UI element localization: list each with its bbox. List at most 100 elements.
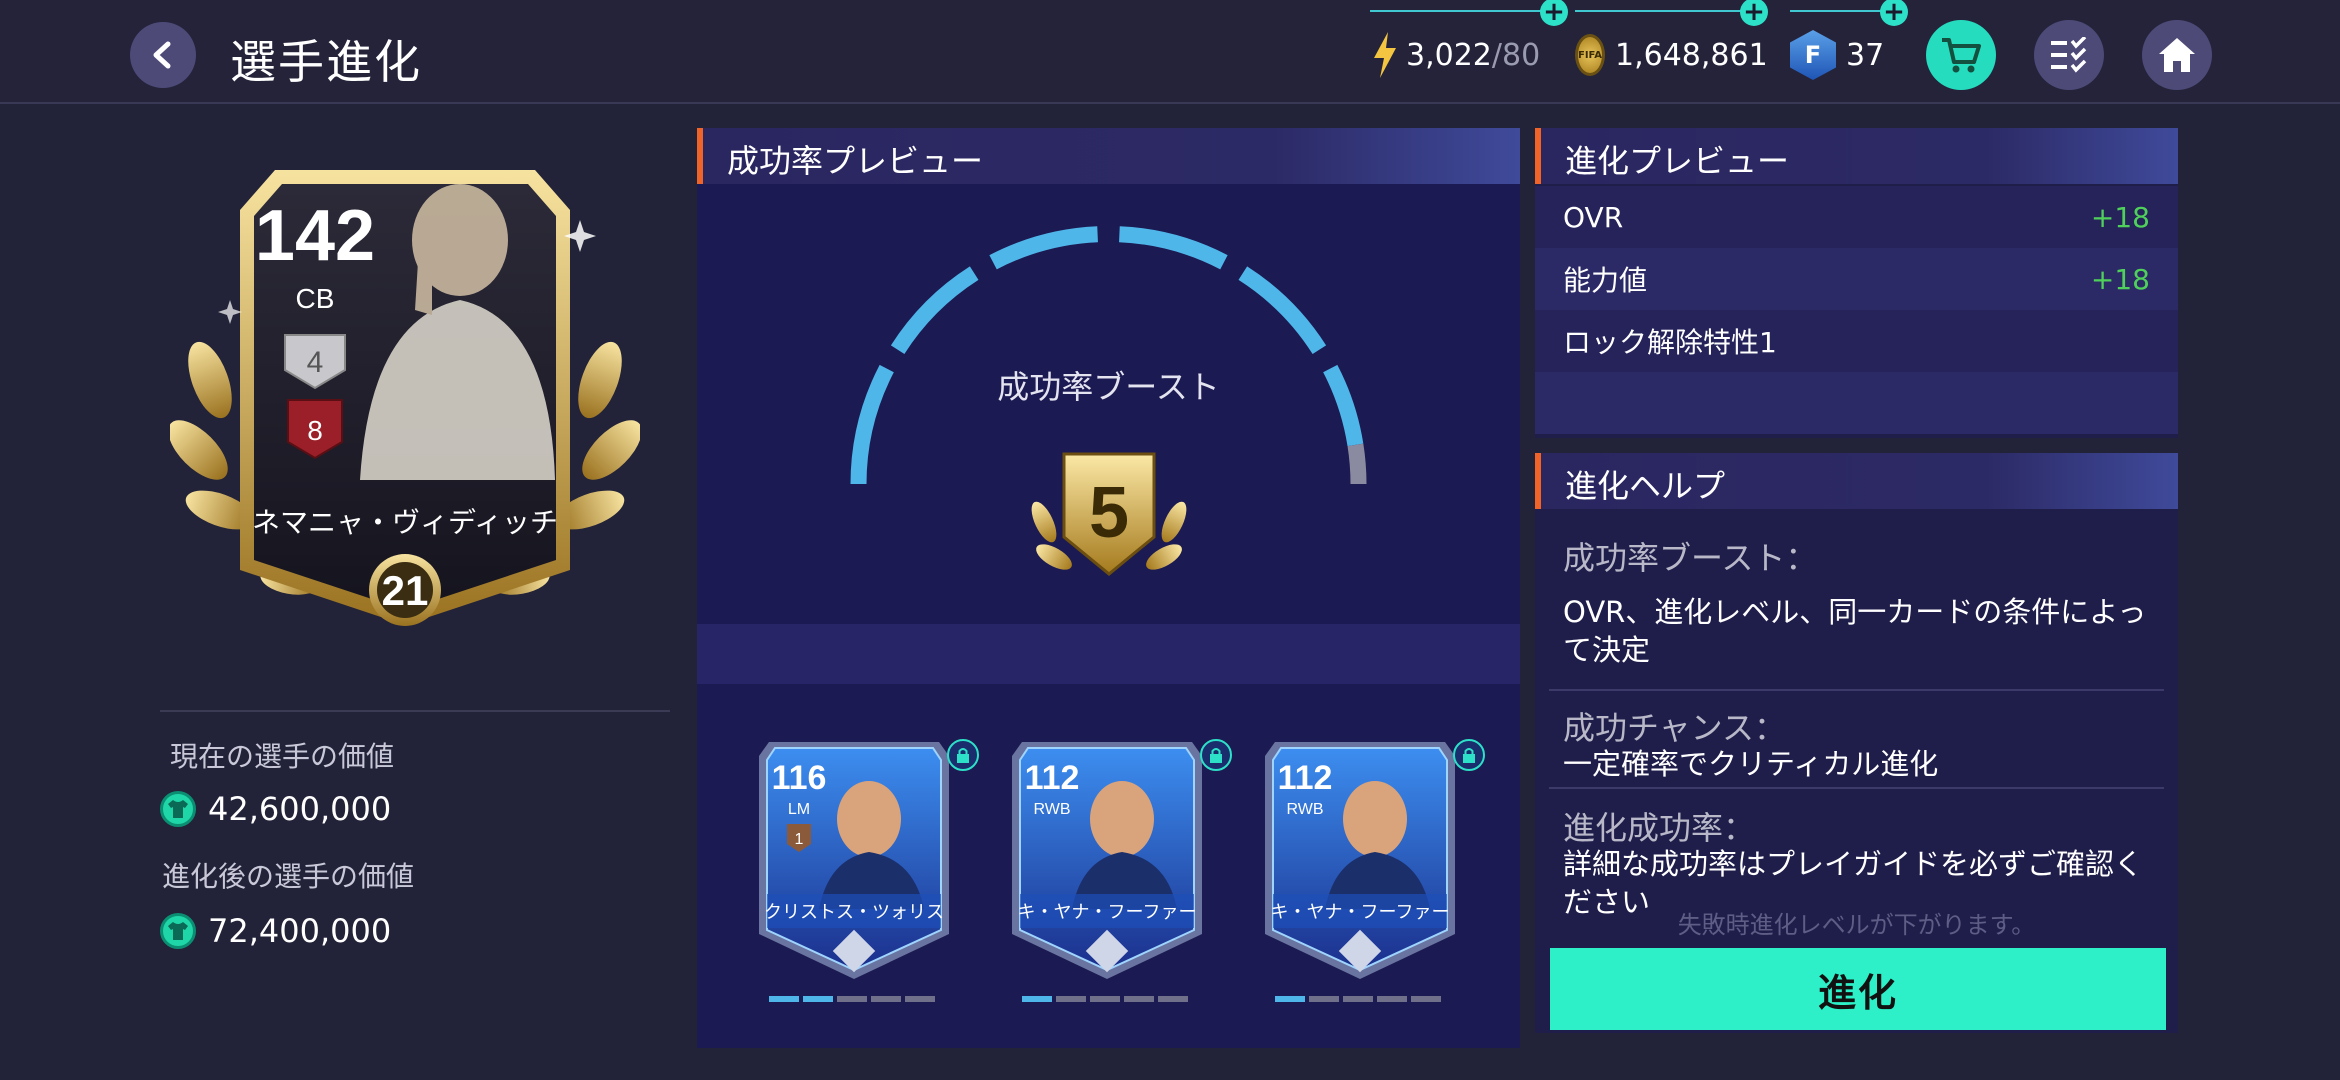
tasks-button[interactable] xyxy=(2034,20,2104,90)
player-card[interactable]: 142 CB 4 8 ネマニャ・ヴィディッチ 21 xyxy=(168,150,642,650)
after-value: 72,400,000 xyxy=(208,912,392,950)
points-counter: + F 37 xyxy=(1790,0,1908,80)
home-button[interactable] xyxy=(2142,20,2212,90)
energy-value: 3,022 xyxy=(1406,37,1492,73)
add-coins-button[interactable]: + xyxy=(1740,0,1768,26)
progress-segment xyxy=(803,996,833,1002)
boost-label: 成功率ブースト xyxy=(997,368,1220,406)
evo-row-label: OVR xyxy=(1563,200,1624,234)
lock-icon xyxy=(1200,739,1232,771)
lightning-icon xyxy=(1374,32,1396,78)
progress-segment xyxy=(1411,996,1441,1002)
evo-row-trait: ロック解除特性1 xyxy=(1535,310,2178,372)
checklist-icon xyxy=(2051,37,2087,73)
after-value-row: 72,400,000 xyxy=(160,912,391,950)
fifa-coin-icon: FIFA xyxy=(1575,34,1605,76)
progress-segment xyxy=(1022,996,1052,1002)
material-card-progress xyxy=(1022,996,1188,1002)
evo-preview-title: 進化プレビュー xyxy=(1565,142,1790,180)
evo-preview-header: 進化プレビュー xyxy=(1535,128,2178,184)
material-card[interactable]: 112 RWB キ・ヤナ・フーファー xyxy=(1255,734,1485,984)
fail-note: 失敗時進化レベルが下がります。 xyxy=(1677,911,2036,939)
help-separator xyxy=(1549,787,2164,789)
coins-value: 1,648,861 xyxy=(1614,37,1768,73)
material-card[interactable]: 116 LM クリストス・ツォリス 1 xyxy=(749,734,979,984)
material-card-ovr: 112 xyxy=(1278,759,1333,797)
current-value: 42,600,000 xyxy=(208,790,392,828)
material-cards-area: 116 LM クリストス・ツォリス 1 112 RWB キ・ヤナ・フーファー 1… xyxy=(697,684,1520,1048)
cart-icon xyxy=(1942,38,1981,73)
boost-value: 5 xyxy=(1089,473,1129,553)
progress-segment xyxy=(1343,996,1373,1002)
energy-counter: + 3,022 /80 xyxy=(1370,0,1568,80)
help-panel: 進化ヘルプ 成功率ブースト： OVR、進化レベル、同一カードの条件によって決定 … xyxy=(1535,453,2178,1033)
material-card[interactable]: 112 RWB キ・ヤナ・フーファー xyxy=(1002,734,1232,984)
material-card-rank: 1 xyxy=(795,831,804,848)
progress-segment xyxy=(1275,996,1305,1002)
progress-segment xyxy=(1056,996,1086,1002)
help-title: 進化ヘルプ xyxy=(1565,467,1726,505)
gauge-segment-filled xyxy=(1238,266,1327,355)
progress-segment xyxy=(769,996,799,1002)
material-card-name: キ・ヤナ・フーファー xyxy=(1018,902,1197,923)
help-section-body: OVR、進化レベル、同一カードの条件によって決定 xyxy=(1563,595,2147,667)
player-rank: 4 xyxy=(307,346,324,379)
points-value: 37 xyxy=(1846,37,1885,73)
material-card-progress xyxy=(1275,996,1441,1002)
player-name: ネマニャ・ヴィディッチ xyxy=(252,506,558,539)
divider xyxy=(160,710,670,712)
back-button[interactable] xyxy=(130,22,196,88)
evo-row-stats: 能力値 +18 xyxy=(1535,248,2178,310)
shirt-coin-icon xyxy=(160,913,196,949)
material-card-progress xyxy=(769,996,935,1002)
evo-preview-panel: 進化プレビュー OVR +18 能力値 +18 ロック解除特性1 xyxy=(1535,128,2178,438)
help-header: 進化ヘルプ xyxy=(1535,453,2178,509)
fifa-points-icon: F xyxy=(1790,30,1836,80)
boost-badge: 5 xyxy=(1031,452,1187,576)
evo-row-empty xyxy=(1535,372,2178,434)
player-position: CB xyxy=(296,283,335,314)
coins-counter: + FIFA 1,648,861 xyxy=(1575,0,1768,80)
progress-segment xyxy=(905,996,935,1002)
progress-segment xyxy=(1377,996,1407,1002)
add-energy-button[interactable]: + xyxy=(1540,0,1568,26)
progress-segment xyxy=(837,996,867,1002)
energy-max: /80 xyxy=(1491,37,1541,73)
evo-row-label: 能力値 xyxy=(1563,264,1648,297)
material-card-ovr: 112 xyxy=(1025,759,1080,797)
success-rate-panel: 成功率プレビュー 成功率ブースト 5 116 LM クリストス・ツォリス 1 1… xyxy=(697,128,1520,1048)
gauge-segment-filled xyxy=(890,266,979,355)
top-bar: 選手進化 + 3,022 /80 + FIFA 1,648,861 + F 37 xyxy=(0,0,2340,104)
lock-icon xyxy=(947,739,979,771)
progress-segment xyxy=(1124,996,1154,1002)
material-card-art: 112 RWB キ・ヤナ・フーファー xyxy=(1012,742,1202,979)
progress-segment xyxy=(1158,996,1188,1002)
divider-band xyxy=(697,624,1520,684)
shop-button[interactable] xyxy=(1926,20,1996,90)
current-value-label: 現在の選手の価値 xyxy=(170,740,395,773)
home-icon xyxy=(2159,38,2195,72)
success-rate-title: 成功率プレビュー xyxy=(727,142,984,180)
evo-row-value: +18 xyxy=(2090,262,2150,296)
player-level: 8 xyxy=(307,415,323,446)
help-section-title: 成功チャンス： xyxy=(1563,709,1787,747)
player-evo-level: 21 xyxy=(382,567,429,614)
gauge-segment-empty xyxy=(1347,443,1367,485)
player-card-art: 142 CB 4 8 ネマニャ・ヴィディッチ 21 xyxy=(168,170,642,626)
material-card-position: RWB xyxy=(1033,801,1070,818)
gauge-segment-filled xyxy=(1118,226,1228,270)
material-card-art: 116 LM クリストス・ツォリス 1 xyxy=(759,742,949,979)
help-section-title: 進化成功率： xyxy=(1563,809,1756,847)
evo-row-label: ロック解除特性1 xyxy=(1563,326,1777,359)
player-ovr: 142 xyxy=(255,196,375,276)
add-points-button[interactable]: + xyxy=(1880,0,1908,26)
progress-segment xyxy=(871,996,901,1002)
evo-row-ovr: OVR +18 xyxy=(1535,186,2178,248)
page-title: 選手進化 xyxy=(230,35,422,89)
evo-row-value: +18 xyxy=(2090,200,2150,234)
evolve-button[interactable]: 進化 xyxy=(1550,948,2166,1030)
shirt-coin-icon xyxy=(160,791,196,827)
lock-icon xyxy=(1453,739,1485,771)
help-separator xyxy=(1549,689,2164,691)
material-card-ovr: 116 xyxy=(772,759,827,797)
